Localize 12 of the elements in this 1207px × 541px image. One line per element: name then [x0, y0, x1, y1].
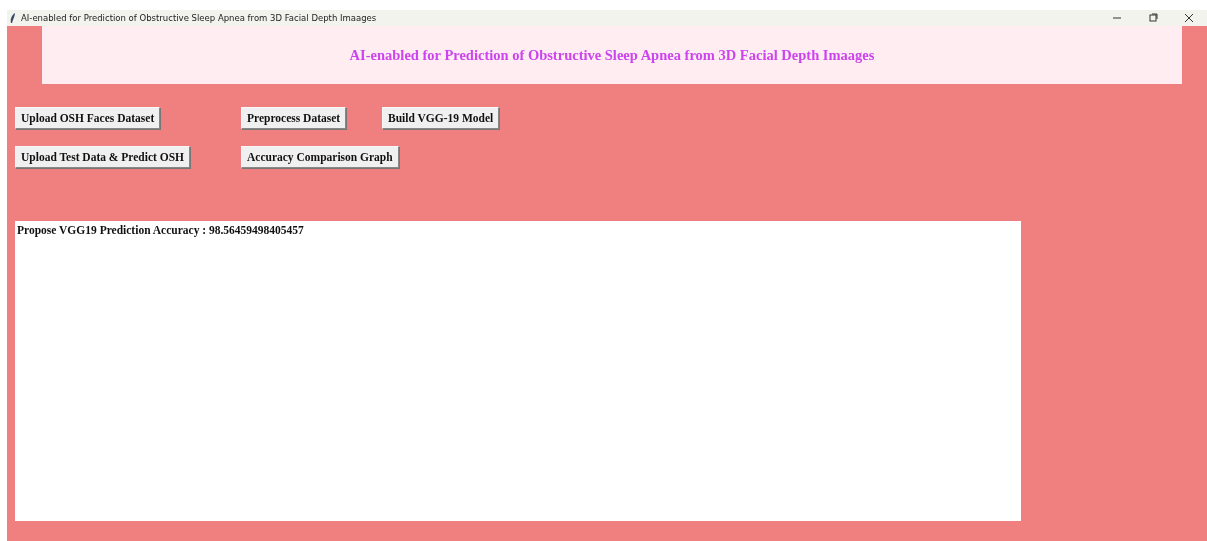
close-icon[interactable]: [1184, 13, 1194, 23]
restore-icon[interactable]: [1148, 13, 1158, 23]
action-button[interactable]: Upload OSH Faces Dataset: [15, 107, 161, 129]
output-text-area[interactable]: Propose VGG19 Prediction Accuracy : 98.56459498405457: [15, 221, 1021, 521]
action-button[interactable]: Accuracy Comparison Graph: [241, 146, 399, 168]
action-button[interactable]: Upload Test Data & Predict OSH: [15, 146, 191, 168]
feather-icon: [10, 12, 16, 24]
app-heading: AI-enabled for Prediction of Obstructive Sleep Apnea from 3D Facial Depth Imaages: [42, 26, 1182, 84]
action-button[interactable]: Preprocess Dataset: [241, 107, 347, 129]
output-text: Propose VGG19 Prediction Accuracy : 98.56459498405457: [17, 224, 304, 236]
window-title: AI-enabled for Prediction of Obstructive Sleep Apnea from 3D Facial Depth Imaages: [21, 13, 378, 23]
action-button[interactable]: Build VGG-19 Model: [382, 107, 500, 129]
